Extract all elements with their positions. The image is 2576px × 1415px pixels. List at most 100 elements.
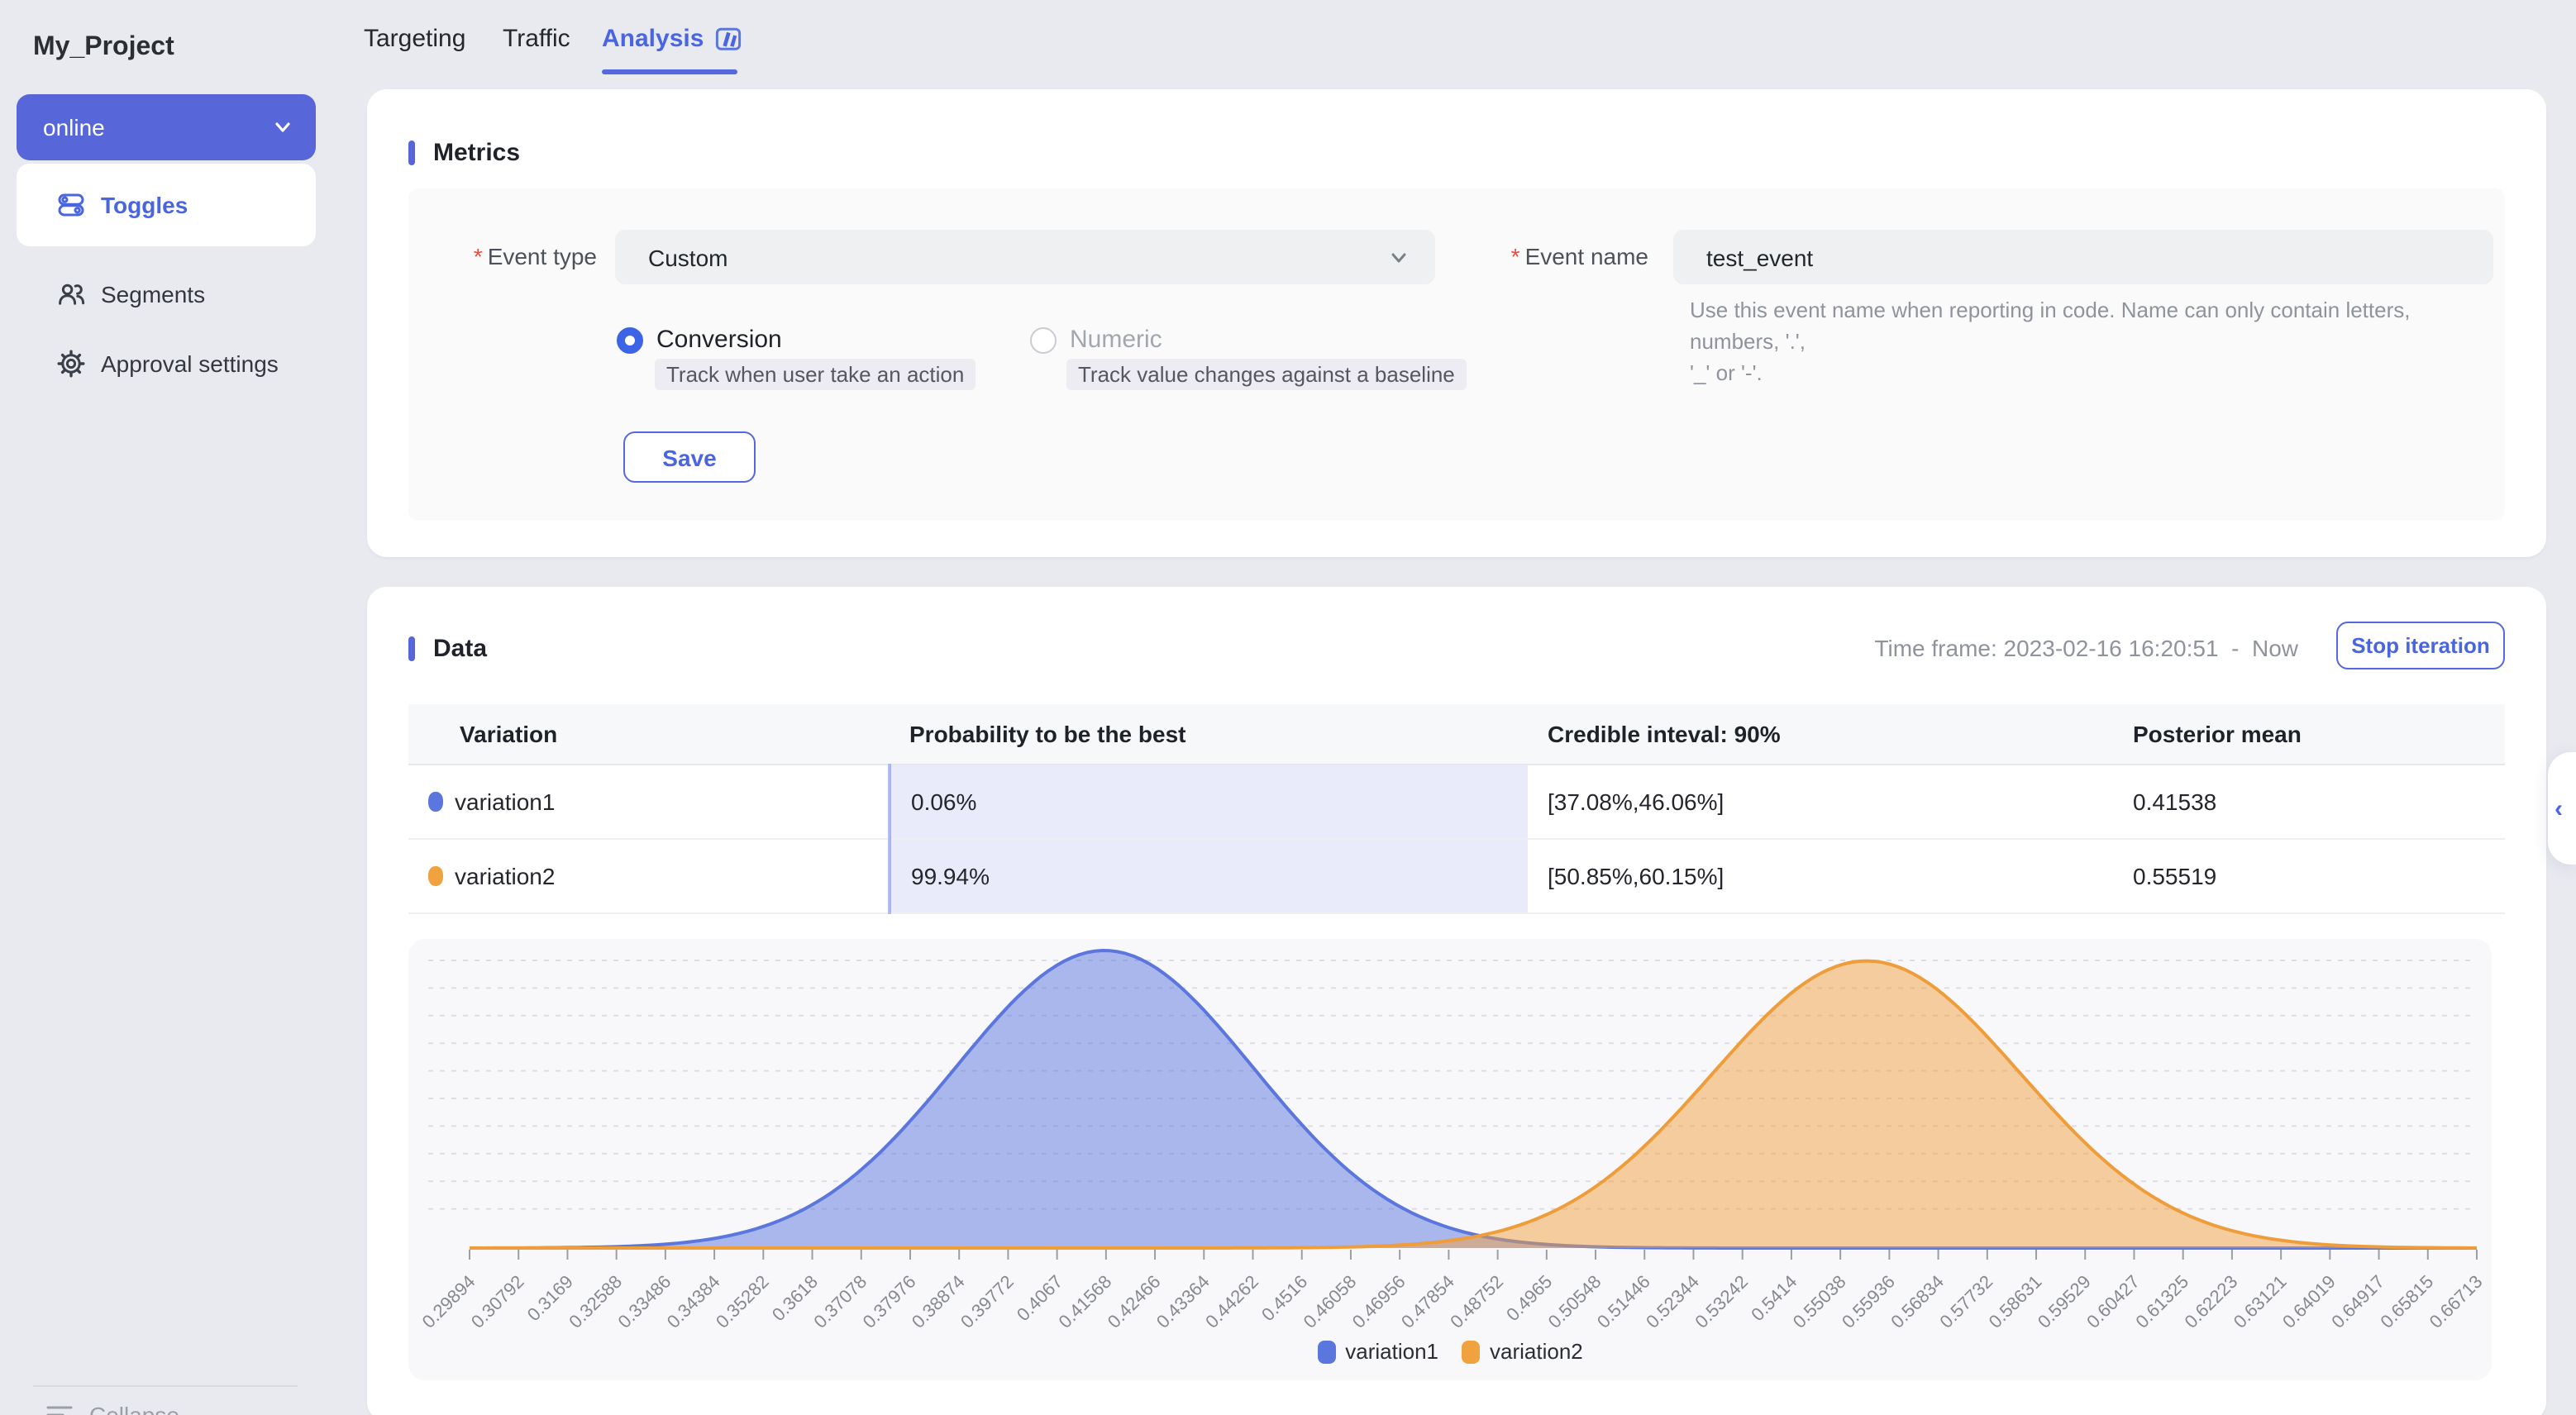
- radio-numeric[interactable]: Numeric: [1030, 326, 1162, 354]
- tab-analysis[interactable]: Analysis: [602, 25, 742, 53]
- svg-text:0.44262: 0.44262: [1201, 1271, 1262, 1332]
- svg-text:0.65815: 0.65815: [2376, 1271, 2437, 1332]
- svg-text:0.51446: 0.51446: [1593, 1271, 1654, 1332]
- distribution-chart: 0.298940.307920.31690.325880.334860.3438…: [408, 939, 2492, 1380]
- chart-legend: variation1 variation2: [408, 1339, 2492, 1364]
- col-probability: Probability to be the best: [890, 704, 1528, 764]
- conversion-description: Track when user take an action: [655, 359, 976, 390]
- svg-text:0.52344: 0.52344: [1642, 1271, 1703, 1332]
- tab-targeting[interactable]: Targeting: [364, 25, 465, 53]
- svg-text:0.46956: 0.46956: [1348, 1271, 1410, 1332]
- metrics-form: *Event type Custom *Event name test_even…: [408, 188, 2505, 521]
- section-accent-bar: [408, 141, 415, 165]
- table-row: variation2 99.94% [50.85%,60.15%] 0.5551…: [408, 838, 2505, 912]
- environment-value: online: [43, 114, 273, 141]
- chevron-down-icon: [1389, 247, 1409, 267]
- sidebar-collapse-button[interactable]: Collapse: [46, 1402, 179, 1415]
- variation1-probability: 0.06%: [890, 764, 1528, 838]
- required-asterisk: *: [474, 243, 483, 269]
- gear-icon: [56, 349, 86, 379]
- radio-conversion[interactable]: Conversion: [617, 326, 782, 354]
- time-frame-text: Time frame: 2023-02-16 16:20:51 - Now: [1874, 635, 2298, 661]
- radio-numeric-label: Numeric: [1070, 326, 1162, 354]
- legend-item-variation2[interactable]: variation2: [1462, 1339, 1583, 1364]
- variation2-credible-interval: [50.85%,60.15%]: [1528, 838, 2113, 912]
- svg-text:0.53242: 0.53242: [1691, 1271, 1752, 1332]
- environment-select[interactable]: online: [17, 94, 316, 160]
- tab-traffic[interactable]: Traffic: [503, 25, 570, 53]
- legend-item-variation1[interactable]: variation1: [1317, 1339, 1438, 1364]
- variation2-name: variation2: [455, 862, 555, 889]
- svg-text:0.62223: 0.62223: [2181, 1271, 2242, 1332]
- svg-text:0.57732: 0.57732: [1935, 1271, 1996, 1332]
- collapse-icon: [46, 1403, 73, 1415]
- variation2-color-dot: [428, 865, 443, 885]
- svg-text:0.63121: 0.63121: [2230, 1271, 2291, 1332]
- svg-text:0.64917: 0.64917: [2327, 1271, 2388, 1332]
- svg-text:0.42466: 0.42466: [1104, 1271, 1165, 1332]
- svg-text:0.29894: 0.29894: [418, 1271, 479, 1332]
- svg-text:0.50548: 0.50548: [1544, 1271, 1605, 1332]
- expand-drawer-handle[interactable]: ‹: [2548, 752, 2576, 865]
- results-table: Variation Probability to be the best Cre…: [408, 704, 2505, 913]
- metrics-section-title: Metrics: [433, 139, 520, 167]
- svg-text:0.56834: 0.56834: [1887, 1271, 1948, 1332]
- svg-text:0.60427: 0.60427: [2082, 1271, 2144, 1332]
- svg-text:0.30792: 0.30792: [467, 1271, 528, 1332]
- col-variation: Variation: [408, 704, 890, 764]
- svg-text:0.37976: 0.37976: [859, 1271, 920, 1332]
- svg-text:0.61325: 0.61325: [2131, 1271, 2192, 1332]
- variation1-name: variation1: [455, 788, 555, 814]
- event-name-input[interactable]: test_event: [1673, 230, 2493, 284]
- svg-text:0.46058: 0.46058: [1300, 1271, 1361, 1332]
- variation1-posterior-mean: 0.41538: [2113, 764, 2505, 838]
- event-type-select[interactable]: Custom: [615, 230, 1435, 284]
- col-posterior-mean: Posterior mean: [2113, 704, 2505, 764]
- svg-text:0.64019: 0.64019: [2278, 1271, 2340, 1332]
- active-tab-underline: [602, 69, 737, 74]
- sidebar-item-label: Toggles: [101, 192, 188, 218]
- numeric-description: Track value changes against a baseline: [1066, 359, 1467, 390]
- distribution-chart-canvas: 0.298940.307920.31690.325880.334860.3438…: [408, 939, 2492, 1380]
- save-button[interactable]: Save: [623, 431, 756, 483]
- stop-iteration-button[interactable]: Stop iteration: [2336, 622, 2505, 669]
- event-name-value: test_event: [1706, 244, 1813, 270]
- project-title: My_Project: [33, 33, 174, 63]
- sidebar-item-toggles[interactable]: Toggles: [17, 164, 316, 246]
- svg-text:0.32588: 0.32588: [565, 1271, 626, 1332]
- table-header-row: Variation Probability to be the best Cre…: [408, 704, 2505, 764]
- svg-text:0.35282: 0.35282: [712, 1271, 773, 1332]
- event-name-help: Use this event name when reporting in co…: [1690, 294, 2500, 388]
- segments-icon: [56, 279, 86, 309]
- variation2-posterior-mean: 0.55519: [2113, 838, 2505, 912]
- required-asterisk: *: [1511, 243, 1520, 269]
- section-accent-bar: [408, 636, 415, 661]
- sidebar-item-approval-settings[interactable]: Approval settings: [17, 334, 316, 393]
- event-name-label: *Event name: [1491, 243, 1648, 269]
- data-section-title: Data: [433, 635, 487, 663]
- toggles-icon: [56, 190, 86, 220]
- chevron-down-icon: [273, 117, 293, 137]
- svg-text:0.43364: 0.43364: [1152, 1271, 1214, 1332]
- svg-text:0.47854: 0.47854: [1397, 1271, 1458, 1332]
- svg-text:0.55038: 0.55038: [1789, 1271, 1850, 1332]
- app-window: My_Project online Toggles: [0, 0, 2576, 1415]
- variation1-color-dot: [428, 791, 443, 811]
- sidebar-divider: [33, 1385, 298, 1387]
- radio-conversion-label: Conversion: [656, 326, 782, 354]
- sidebar-item-label: Segments: [101, 281, 205, 307]
- analysis-chart-icon: [713, 25, 742, 53]
- chevron-left-icon: ‹: [2555, 794, 2563, 822]
- event-type-value: Custom: [648, 244, 1389, 270]
- radio-selected-icon: [617, 326, 643, 353]
- variation2-legend-swatch: [1462, 1340, 1480, 1363]
- variation2-probability: 99.94%: [890, 838, 1528, 912]
- radio-unselected-icon: [1030, 326, 1057, 353]
- svg-text:0.37078: 0.37078: [809, 1271, 871, 1332]
- sidebar-item-segments[interactable]: Segments: [17, 264, 316, 324]
- svg-text:0.59529: 0.59529: [2034, 1271, 2095, 1332]
- svg-text:0.66713: 0.66713: [2426, 1271, 2487, 1332]
- svg-text:0.58631: 0.58631: [1985, 1271, 2046, 1332]
- svg-text:0.41568: 0.41568: [1054, 1271, 1115, 1332]
- svg-text:0.34384: 0.34384: [663, 1271, 724, 1332]
